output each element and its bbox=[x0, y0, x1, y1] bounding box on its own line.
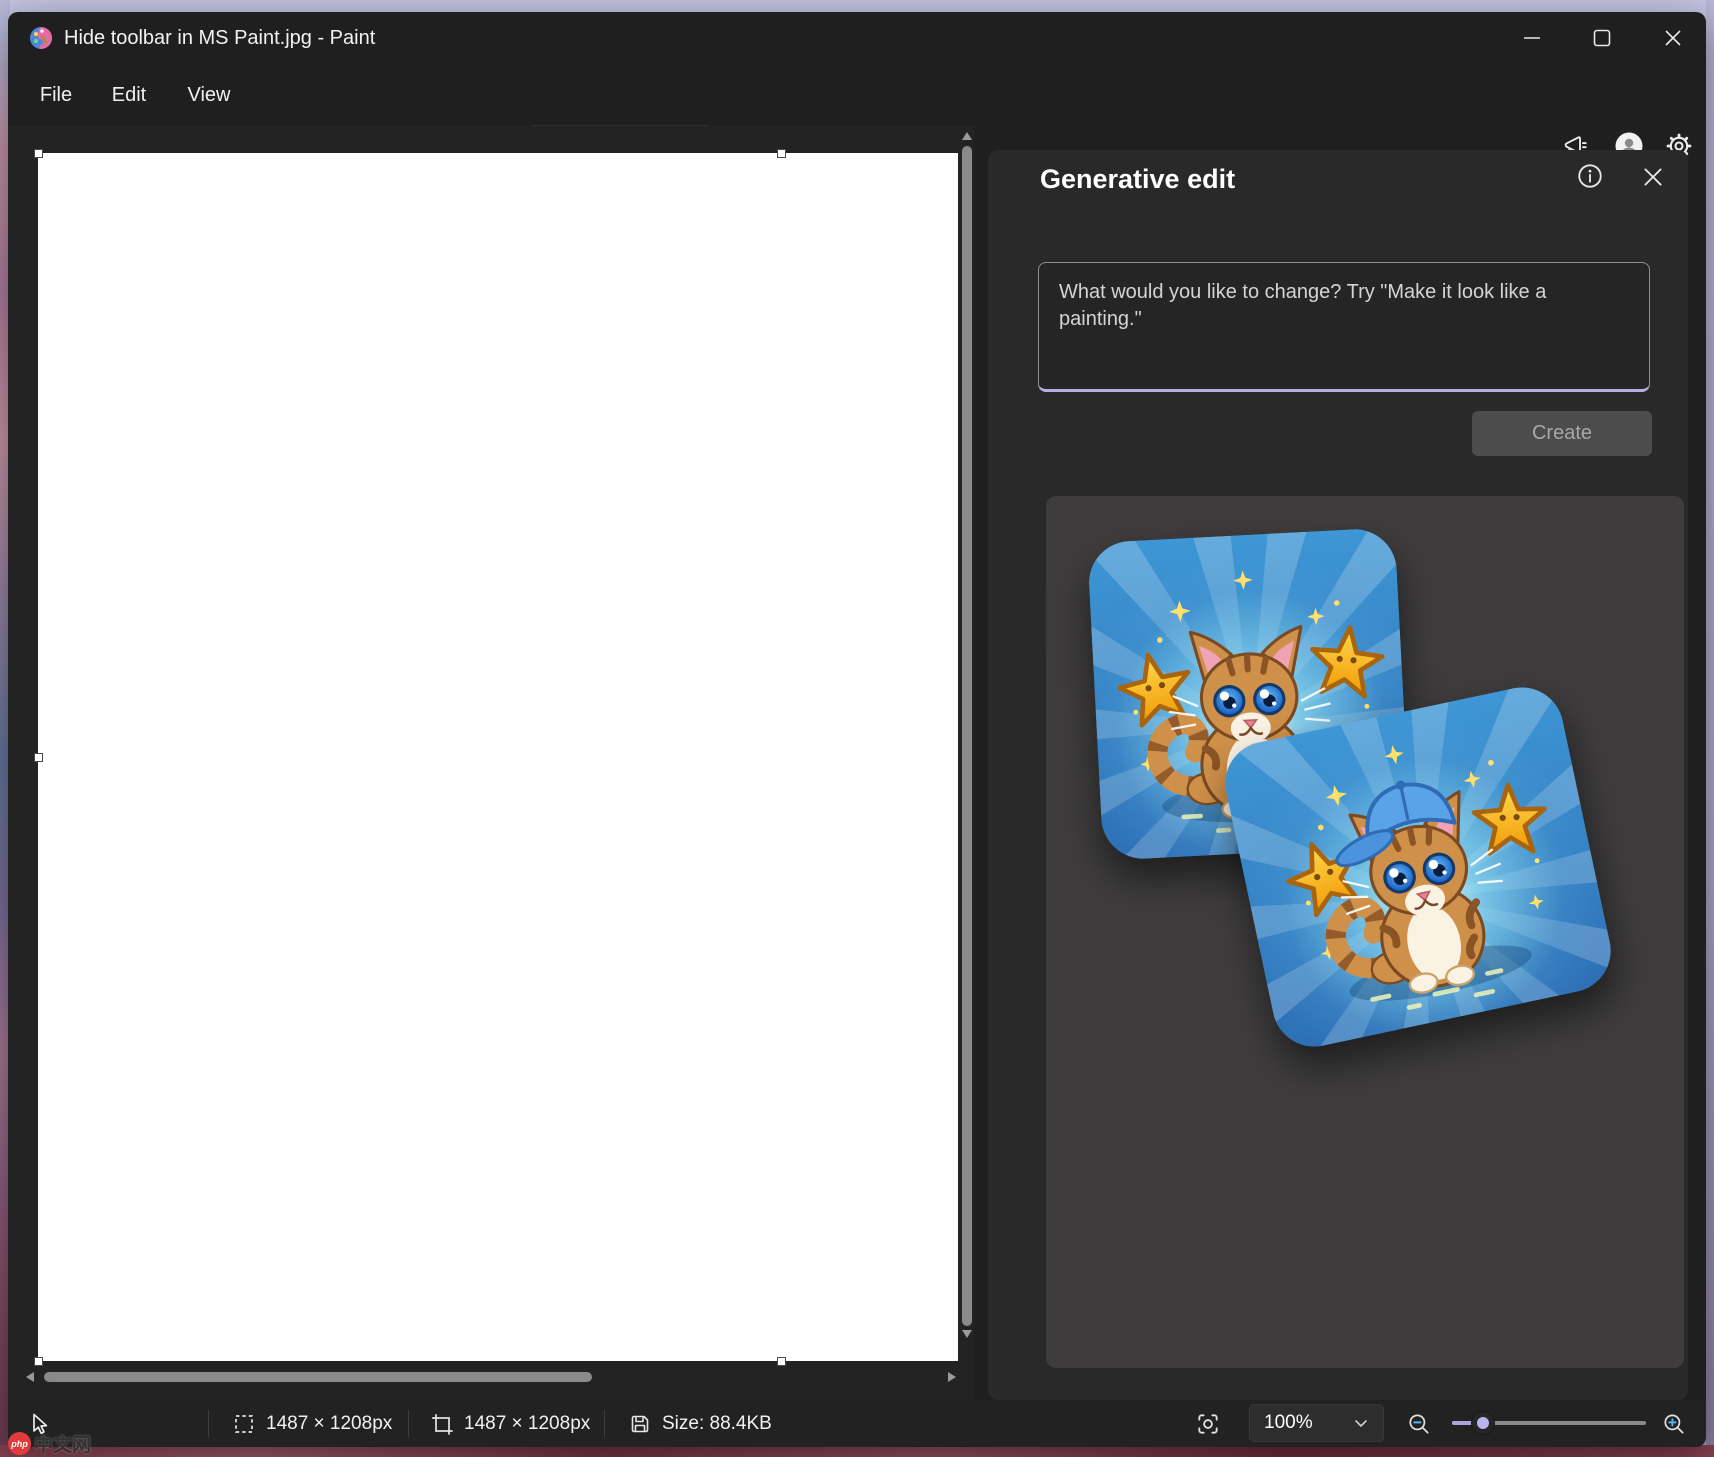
zoom-slider-thumb[interactable] bbox=[1471, 1411, 1495, 1435]
vertical-scrollbar-thumb[interactable] bbox=[962, 146, 972, 1326]
zoom-in-icon bbox=[1661, 1411, 1687, 1437]
close-button[interactable] bbox=[1644, 12, 1702, 64]
selection-size-icon bbox=[232, 1412, 256, 1436]
create-button[interactable]: Create bbox=[1472, 411, 1652, 456]
scroll-down-arrow[interactable] bbox=[962, 1330, 972, 1338]
fit-screen-icon bbox=[1195, 1411, 1221, 1437]
panel-close-button[interactable] bbox=[1635, 159, 1671, 195]
watermark-badge: php bbox=[8, 1432, 31, 1455]
scroll-right-arrow[interactable] bbox=[948, 1372, 956, 1382]
generated-image-card bbox=[1046, 496, 1684, 1368]
zoom-in-button[interactable] bbox=[1661, 1411, 1687, 1437]
status-bar: 1487 × 1208px 1487 × 1208px Size: 88.4KB bbox=[8, 1400, 1706, 1447]
maximize-icon bbox=[1590, 26, 1614, 50]
info-button[interactable] bbox=[1572, 158, 1608, 194]
file-size-icon bbox=[628, 1412, 652, 1436]
menu-view[interactable]: View bbox=[176, 64, 242, 126]
selection-size-status: 1487 × 1208px bbox=[232, 1412, 392, 1436]
paint-window: Hide toolbar in MS Paint.jpg - Paint Fil… bbox=[8, 12, 1706, 1447]
status-separator bbox=[408, 1410, 409, 1437]
desktop-wallpaper-right bbox=[1706, 0, 1714, 1457]
window-title: Hide toolbar in MS Paint.jpg - Paint bbox=[64, 12, 375, 64]
zoom-level-dropdown[interactable]: 100% bbox=[1249, 1404, 1384, 1442]
fit-to-screen-button[interactable] bbox=[1195, 1411, 1221, 1437]
minimize-icon bbox=[1520, 26, 1544, 50]
zoom-level-value: 100% bbox=[1264, 1412, 1313, 1434]
status-separator bbox=[604, 1410, 605, 1437]
status-separator bbox=[208, 1410, 209, 1437]
chevron-down-icon bbox=[1353, 1415, 1369, 1431]
canvas-size-icon bbox=[430, 1412, 454, 1436]
canvas-size-value: 1487 × 1208px bbox=[464, 1413, 590, 1435]
paint-logo-icon bbox=[28, 25, 54, 51]
vertical-scrollbar[interactable] bbox=[960, 128, 974, 1390]
selection-handle[interactable] bbox=[34, 1357, 43, 1366]
menu-bar: File Edit View bbox=[8, 64, 1706, 126]
horizontal-scrollbar[interactable] bbox=[24, 1370, 958, 1384]
watermark: php 中文网 bbox=[8, 1430, 91, 1457]
zoom-out-button[interactable] bbox=[1406, 1411, 1432, 1437]
selection-size-value: 1487 × 1208px bbox=[266, 1413, 392, 1435]
minimize-button[interactable] bbox=[1503, 12, 1561, 64]
prompt-input[interactable] bbox=[1038, 262, 1650, 392]
scroll-left-arrow[interactable] bbox=[26, 1372, 34, 1382]
generative-edit-panel: Generative edit Create bbox=[988, 150, 1688, 1400]
menu-edit[interactable]: Edit bbox=[100, 64, 158, 126]
drawing-canvas[interactable] bbox=[38, 153, 958, 1361]
menu-file[interactable]: File bbox=[28, 64, 84, 126]
close-icon bbox=[1661, 26, 1685, 50]
title-bar: Hide toolbar in MS Paint.jpg - Paint bbox=[8, 12, 1706, 64]
info-icon bbox=[1576, 162, 1604, 190]
horizontal-scrollbar-thumb[interactable] bbox=[44, 1372, 592, 1382]
maximize-button[interactable] bbox=[1573, 12, 1631, 64]
canvas-size-status: 1487 × 1208px bbox=[430, 1412, 590, 1436]
watermark-text: 中文网 bbox=[34, 1430, 91, 1457]
selection-handle[interactable] bbox=[34, 149, 43, 158]
scroll-up-arrow[interactable] bbox=[962, 132, 972, 140]
panel-title: Generative edit bbox=[1040, 164, 1235, 195]
selection-handle[interactable] bbox=[777, 149, 786, 158]
selection-handle[interactable] bbox=[34, 753, 43, 762]
selection-handle[interactable] bbox=[777, 1357, 786, 1366]
panel-close-icon bbox=[1640, 164, 1666, 190]
file-size-status: Size: 88.4KB bbox=[628, 1412, 772, 1436]
zoom-slider[interactable] bbox=[1452, 1421, 1646, 1425]
file-size-value: Size: 88.4KB bbox=[662, 1413, 772, 1435]
zoom-out-icon bbox=[1406, 1411, 1432, 1437]
